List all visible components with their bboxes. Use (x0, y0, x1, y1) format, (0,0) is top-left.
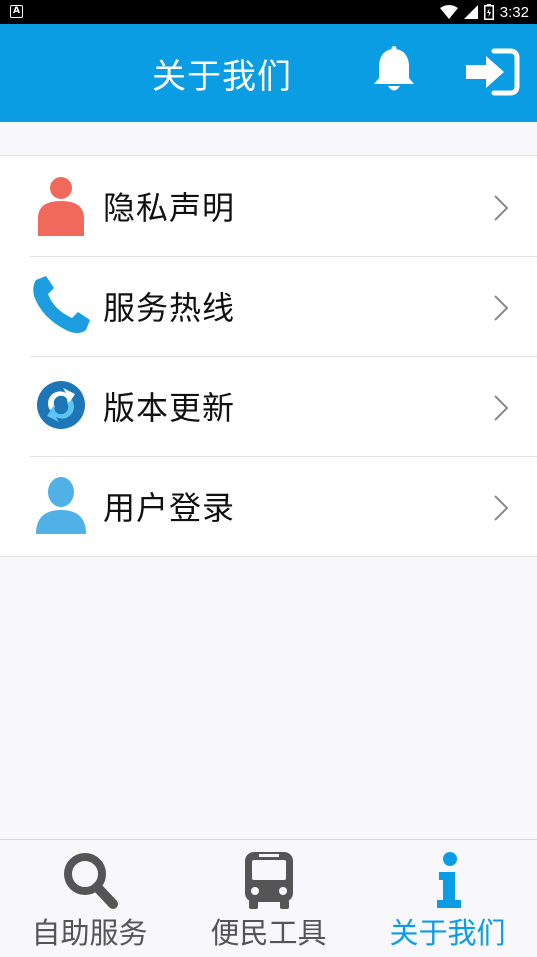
app-header: 关于我们 (0, 24, 537, 122)
menu-item-label: 版本更新 (103, 389, 236, 427)
tab-label: 关于我们 (389, 916, 506, 950)
wifi-icon (439, 5, 458, 19)
chevron-right-icon (494, 295, 509, 321)
signal-icon (463, 5, 478, 19)
menu-list: 隐私声明 服务热线 版本更新 用户登录 (0, 155, 537, 557)
battery-icon (483, 4, 494, 20)
chevron-right-icon (494, 495, 509, 521)
notification-icon: A (10, 5, 23, 18)
tab-label: 自助服务 (31, 916, 148, 950)
chevron-right-icon (494, 395, 509, 421)
tab-self-service[interactable]: 自助服务 (0, 840, 179, 957)
clock: 3:32 (499, 3, 529, 21)
menu-item-version-update[interactable]: 版本更新 (0, 356, 537, 456)
menu-item-label: 用户登录 (103, 489, 236, 527)
phone-icon (33, 276, 90, 333)
refresh-icon (37, 381, 85, 429)
bottom-nav: 自助服务 便民工具 关于我们 (0, 839, 537, 956)
privacy-person-icon (38, 177, 84, 236)
info-icon (436, 852, 461, 908)
bell-icon[interactable] (370, 46, 418, 96)
search-icon (63, 853, 118, 909)
bus-icon (244, 852, 293, 909)
user-icon (36, 477, 86, 534)
status-bar: A 3:32 (0, 0, 537, 24)
menu-item-privacy[interactable]: 隐私声明 (0, 156, 537, 256)
tab-label: 便民工具 (210, 916, 327, 950)
menu-item-hotline[interactable]: 服务热线 (0, 256, 537, 356)
tab-about-us[interactable]: 关于我们 (358, 840, 537, 957)
menu-item-label: 隐私声明 (103, 189, 236, 227)
tab-convenience-tools[interactable]: 便民工具 (179, 840, 358, 957)
status-icons: 3:32 (439, 0, 529, 24)
menu-item-user-login[interactable]: 用户登录 (0, 456, 537, 556)
sign-in-icon[interactable] (464, 48, 520, 96)
menu-item-label: 服务热线 (103, 289, 236, 327)
chevron-right-icon (494, 195, 509, 221)
